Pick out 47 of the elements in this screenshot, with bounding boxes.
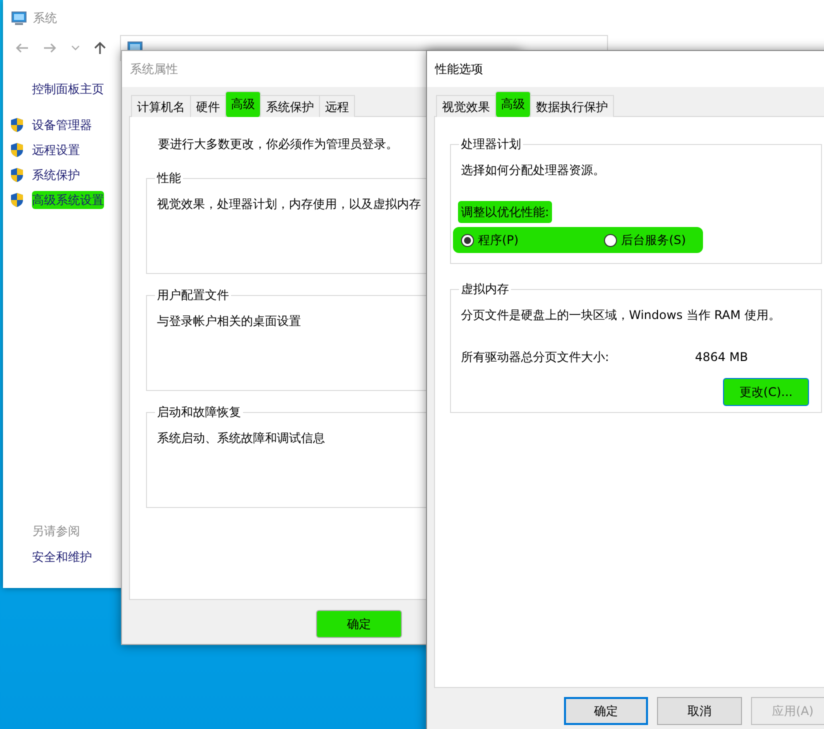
group-description: 视觉效果，处理器计划，内存使用，以及虚拟内存 (157, 196, 421, 214)
group-title: 用户配置文件 (156, 288, 230, 302)
group-description: 系统启动、系统故障和调试信息 (157, 430, 325, 448)
field-label: 所有驱动器总分页文件大小: (461, 349, 610, 366)
section-heading: 另请参阅 (32, 523, 81, 540)
prompt-text: 调整以优化性能: (458, 201, 552, 224)
tab[interactable]: 硬件 (190, 95, 226, 117)
forward-icon[interactable] (43, 42, 57, 54)
sidebar-link[interactable]: 安全和维护 (32, 548, 92, 566)
dialog-button[interactable]: 确定 (564, 697, 648, 725)
back-icon[interactable] (15, 42, 29, 54)
shield-icon (10, 192, 24, 208)
shield-icon (10, 116, 24, 132)
shield-icon (10, 142, 24, 158)
dropdown-icon[interactable] (71, 45, 80, 51)
dialog-title: 系统属性 (130, 61, 178, 78)
up-icon[interactable] (94, 41, 106, 55)
field-value: 4864 MB (695, 349, 748, 366)
tab[interactable]: 高级 (225, 91, 261, 117)
home-link[interactable]: 控制面板主页 (32, 80, 104, 98)
sidebar-link[interactable]: 高级系统设置 (32, 190, 104, 208)
dialog-title: 性能选项 (435, 61, 483, 78)
tab[interactable]: 计算机名 (131, 95, 191, 117)
dialog-button[interactable]: 取消 (657, 697, 742, 725)
group-title: 虚拟内存 (460, 282, 510, 296)
window-title: 系统 (33, 10, 57, 27)
ok-button[interactable]: 确定 (316, 610, 402, 638)
group-description: 与登录帐户相关的桌面设置 (157, 313, 301, 330)
tab[interactable]: 视觉效果 (436, 95, 496, 117)
change-button[interactable]: 更改(C)... (723, 378, 809, 406)
shield-icon (10, 166, 24, 182)
tab[interactable]: 系统保护 (260, 95, 320, 117)
group-description: 分页文件是硬盘上的一块区域，Windows 当作 RAM 使用。 (461, 307, 780, 324)
sidebar-link[interactable]: 设备管理器 (32, 116, 92, 134)
computer-icon (11, 10, 27, 26)
radio-option[interactable]: 程序(P) (461, 231, 604, 250)
sidebar-link[interactable]: 远程设置 (32, 140, 80, 158)
group-description: 选择如何分配处理器资源。 (461, 162, 605, 180)
tab[interactable]: 数据执行保护 (530, 95, 614, 117)
tab[interactable]: 高级 (495, 91, 531, 117)
sidebar-link[interactable]: 系统保护 (32, 166, 80, 184)
radio-option[interactable]: 后台服务(S) (604, 231, 686, 250)
group-title: 处理器计划 (460, 137, 522, 152)
info-text: 要进行大多数更改，你必须作为管理员登录。 (158, 136, 398, 153)
group-title: 启动和故障恢复 (156, 405, 242, 420)
tab[interactable]: 远程 (319, 95, 355, 117)
group-title: 性能 (156, 171, 182, 186)
